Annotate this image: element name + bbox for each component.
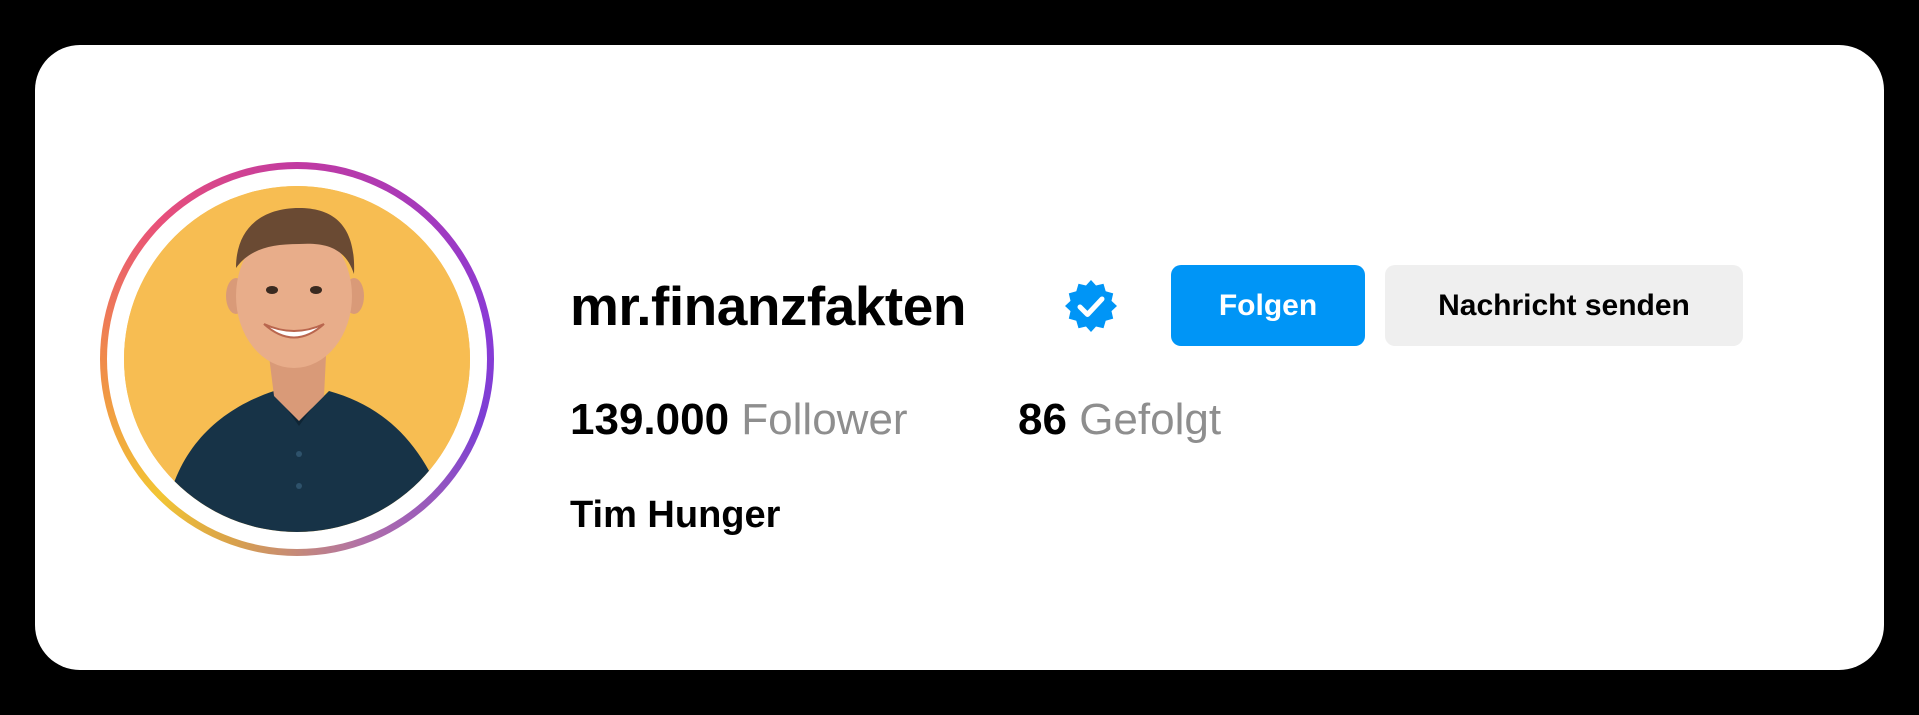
- followers-label: Follower: [741, 395, 908, 444]
- verified-badge-icon: [1063, 278, 1119, 334]
- following-count: 86: [1018, 395, 1067, 444]
- story-ring[interactable]: [100, 162, 494, 556]
- follow-button[interactable]: Folgen: [1171, 265, 1365, 346]
- profile-photo: [124, 186, 470, 532]
- followers-count: 139.000: [570, 395, 730, 444]
- profile-card: mr.finanzfakten Folgen Nachricht senden …: [35, 45, 1884, 670]
- username: mr.finanzfakten: [570, 275, 966, 337]
- full-name: Tim Hunger: [570, 494, 781, 536]
- followers-stat[interactable]: 139.000 Follower: [570, 390, 908, 450]
- send-message-button[interactable]: Nachricht senden: [1385, 265, 1743, 346]
- avatar[interactable]: [124, 186, 470, 532]
- following-label: Gefolgt: [1079, 395, 1222, 444]
- following-stat[interactable]: 86 Gefolgt: [1018, 390, 1221, 450]
